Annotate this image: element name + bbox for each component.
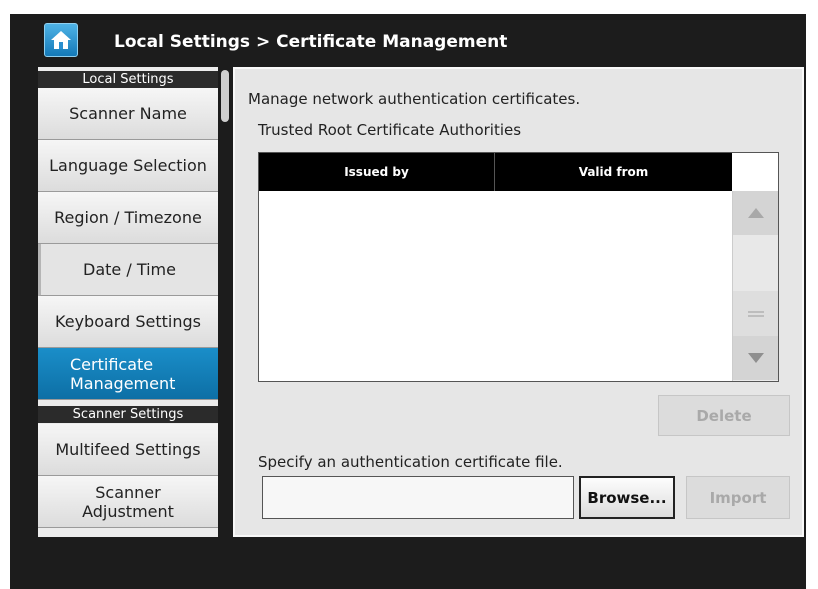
page-description: Manage network authentication certificat… xyxy=(248,90,581,108)
sidebar-item-multifeed-settings[interactable]: Multifeed Settings xyxy=(38,424,218,476)
import-button[interactable]: Import xyxy=(686,476,790,519)
title-bar: Local Settings > Certificate Management xyxy=(10,14,806,66)
sidebar-item-scanner-adjustment[interactable]: Scanner Adjustment xyxy=(38,476,218,528)
scroll-thumb[interactable] xyxy=(733,291,778,336)
sidebar-item-certificate-management[interactable]: Certificate Management xyxy=(38,348,218,400)
sidebar-group-scanner-settings: Scanner Settings xyxy=(38,406,218,423)
triangle-down-icon xyxy=(747,353,764,363)
delete-button[interactable]: Delete xyxy=(658,395,790,436)
sidebar-item-language-selection[interactable]: Language Selection xyxy=(38,140,218,192)
sidebar-group-local-settings: Local Settings xyxy=(38,71,218,88)
sidebar: Local Settings Scanner Name Language Sel… xyxy=(38,67,218,537)
page-title: Local Settings > Certificate Management xyxy=(114,32,508,52)
sidebar-item-date-time[interactable]: Date / Time xyxy=(38,244,218,296)
scroll-down-button[interactable] xyxy=(733,336,778,380)
sidebar-item-scanner-name[interactable]: Scanner Name xyxy=(38,88,218,140)
column-header-valid-from[interactable]: Valid from xyxy=(495,153,732,191)
sidebar-scroll-thumb[interactable] xyxy=(221,70,229,122)
triangle-up-icon xyxy=(747,208,764,218)
table-scrollbar[interactable] xyxy=(732,191,778,381)
grip-icon xyxy=(747,310,764,317)
sidebar-item-region-timezone[interactable]: Region / Timezone xyxy=(38,192,218,244)
sidebar-item-keyboard-settings[interactable]: Keyboard Settings xyxy=(38,296,218,348)
browse-button[interactable]: Browse... xyxy=(579,476,675,519)
scroll-up-button[interactable] xyxy=(733,191,778,235)
home-icon xyxy=(51,31,71,49)
certificate-file-input[interactable] xyxy=(262,476,574,519)
sidebar-scrollbar[interactable] xyxy=(218,67,232,537)
file-prompt: Specify an authentication certificate fi… xyxy=(258,453,563,471)
certificate-table[interactable]: Issued by Valid from xyxy=(258,152,779,382)
home-button[interactable] xyxy=(44,23,78,57)
scroll-track[interactable] xyxy=(733,235,778,291)
column-header-issued-by[interactable]: Issued by xyxy=(259,153,495,191)
section-title: Trusted Root Certificate Authorities xyxy=(258,121,522,139)
